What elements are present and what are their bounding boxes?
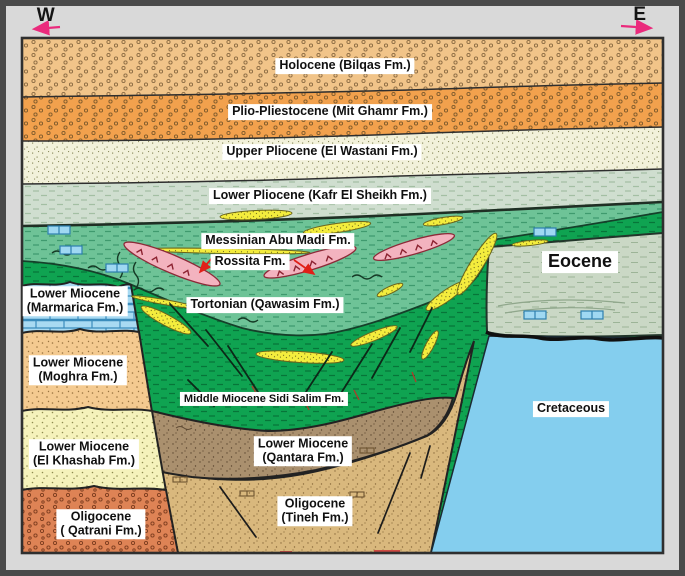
region-eocene [485, 231, 663, 338]
label-upper-pliocene: Upper Pliocene (El Wastani Fm.) [222, 144, 422, 160]
label-qantara-line2: (Qantara Fm.) [262, 450, 344, 464]
label-qatrani: Oligocene ( Qatrani Fm.) [56, 509, 146, 539]
east-arrow-icon [620, 19, 654, 35]
compass-east: E [633, 4, 647, 25]
label-qatrani-line2: ( Qatrani Fm.) [60, 523, 142, 537]
label-lower-pliocene: Lower Pliocene (Kafr El Sheikh Fm.) [209, 188, 431, 204]
compass-arrows [31, 19, 654, 36]
label-eocene: Eocene [541, 251, 619, 273]
label-marmarica: Lower Miocene (Marmarica Fm.) [22, 286, 128, 316]
label-tineh: Oligocene (Tineh Fm.) [277, 496, 353, 526]
label-rossita: Rossita Fm. [210, 254, 290, 270]
label-el-khashab-line2: (El Khashab Fm.) [32, 453, 136, 467]
label-marmarica-line2: (Marmarica Fm.) [26, 300, 124, 314]
label-messinian: Messinian Abu Madi Fm. [201, 233, 355, 249]
label-tineh-line1: Oligocene [284, 496, 346, 511]
label-tineh-line2: (Tineh Fm.) [281, 510, 349, 524]
label-marmarica-line1: Lower Miocene [29, 286, 121, 301]
label-moghra-line1: Lower Miocene [32, 355, 124, 370]
compass-west: W [36, 5, 56, 26]
label-sidi-salim: Middle Miocene Sidi Salim Fm. [179, 391, 349, 407]
geological-cross-section: W E Holocene (Bilqas Fm.) Plio-Pliestoce… [0, 0, 685, 576]
label-el-khashab: Lower Miocene (El Khashab Fm.) [28, 439, 140, 469]
label-el-khashab-line1: Lower Miocene [38, 439, 130, 454]
label-qatrani-line1: Oligocene [70, 509, 132, 524]
label-qantara-line1: Lower Miocene [257, 436, 349, 451]
label-tortonian: Tortonian (Qawasim Fm.) [186, 297, 344, 313]
west-arrow-icon [31, 20, 61, 36]
label-plio-pleistocene: Plio-Pliestocene (Mit Ghamr Fm.) [228, 104, 432, 120]
label-moghra-line2: (Moghra Fm.) [38, 369, 118, 383]
label-qantara: Lower Miocene (Qantara Fm.) [253, 436, 353, 466]
label-cretaceous: Cretaceous [532, 401, 610, 417]
label-holocene: Holocene (Bilqas Fm.) [275, 58, 415, 74]
label-moghra: Lower Miocene (Moghra Fm.) [28, 355, 128, 385]
